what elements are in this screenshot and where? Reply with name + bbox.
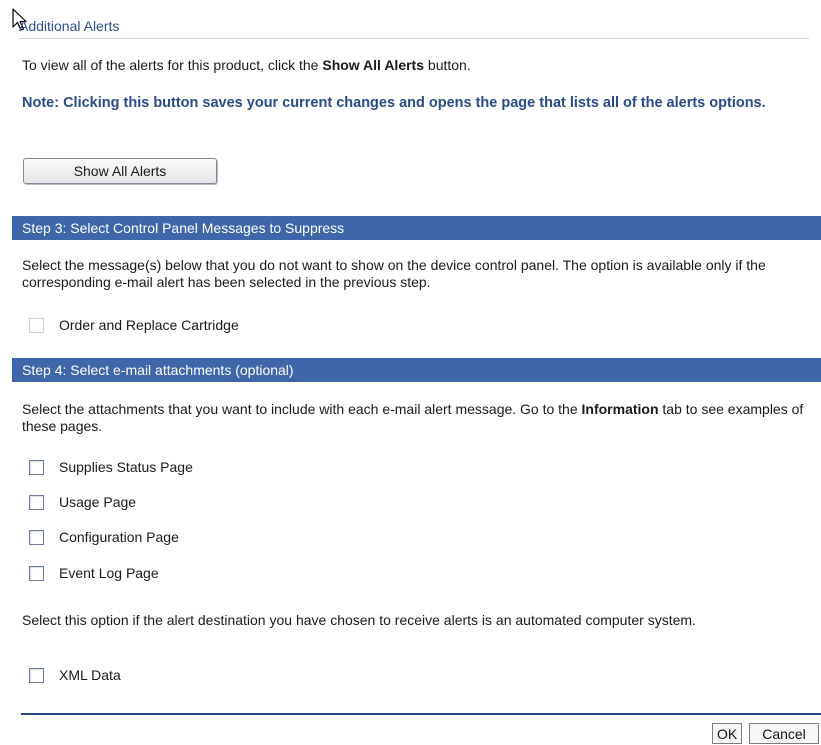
note-text: Note: Clicking this button saves your cu… [22,95,766,111]
option-event-log-page[interactable]: Event Log Page [29,563,159,583]
intro-text: To view all of the alerts for this produ… [22,57,471,74]
show-all-alerts-button[interactable]: Show All Alerts [23,158,217,184]
step3-header: Step 3: Select Control Panel Messages to… [12,216,821,240]
footer-divider [21,713,821,715]
cancel-button[interactable]: Cancel [749,723,819,744]
configuration-page-checkbox[interactable] [29,529,44,545]
usage-page-checkbox[interactable] [29,494,44,510]
option-usage-page[interactable]: Usage Page [29,492,136,512]
option-order-replace-cartridge[interactable]: Order and Replace Cartridge [29,315,239,335]
option-label: Configuration Page [59,529,179,545]
intro-prefix: To view all of the alerts for this produ… [22,57,323,73]
option-label: Usage Page [59,494,137,510]
step4-desc-prefix: Select the attachments that you want to … [22,401,582,417]
xml-data-checkbox[interactable] [29,667,44,683]
step4-header: Step 4: Select e-mail attachments (optio… [12,358,821,382]
step4-description: Select the attachments that you want to … [22,401,817,435]
option-label: Event Log Page [59,565,159,581]
section-title: Additional Alerts [19,18,809,39]
option-configuration-page[interactable]: Configuration Page [29,527,179,547]
option-label: XML Data [59,667,121,683]
option-label: Order and Replace Cartridge [59,317,239,333]
event-log-page-checkbox[interactable] [29,565,44,581]
order-replace-cartridge-checkbox[interactable] [29,317,44,333]
automated-system-description: Select this option if the alert destinat… [22,612,696,628]
option-xml-data[interactable]: XML Data [29,665,121,685]
option-supplies-status-page[interactable]: Supplies Status Page [29,457,193,477]
intro-suffix: button. [424,57,471,73]
step4-desc-bold: Information [581,401,659,417]
supplies-status-page-checkbox[interactable] [29,459,44,475]
ok-button[interactable]: OK [712,723,742,744]
step3-description: Select the message(s) below that you do … [22,257,766,290]
intro-bold: Show All Alerts [322,57,425,73]
option-label: Supplies Status Page [59,459,193,475]
